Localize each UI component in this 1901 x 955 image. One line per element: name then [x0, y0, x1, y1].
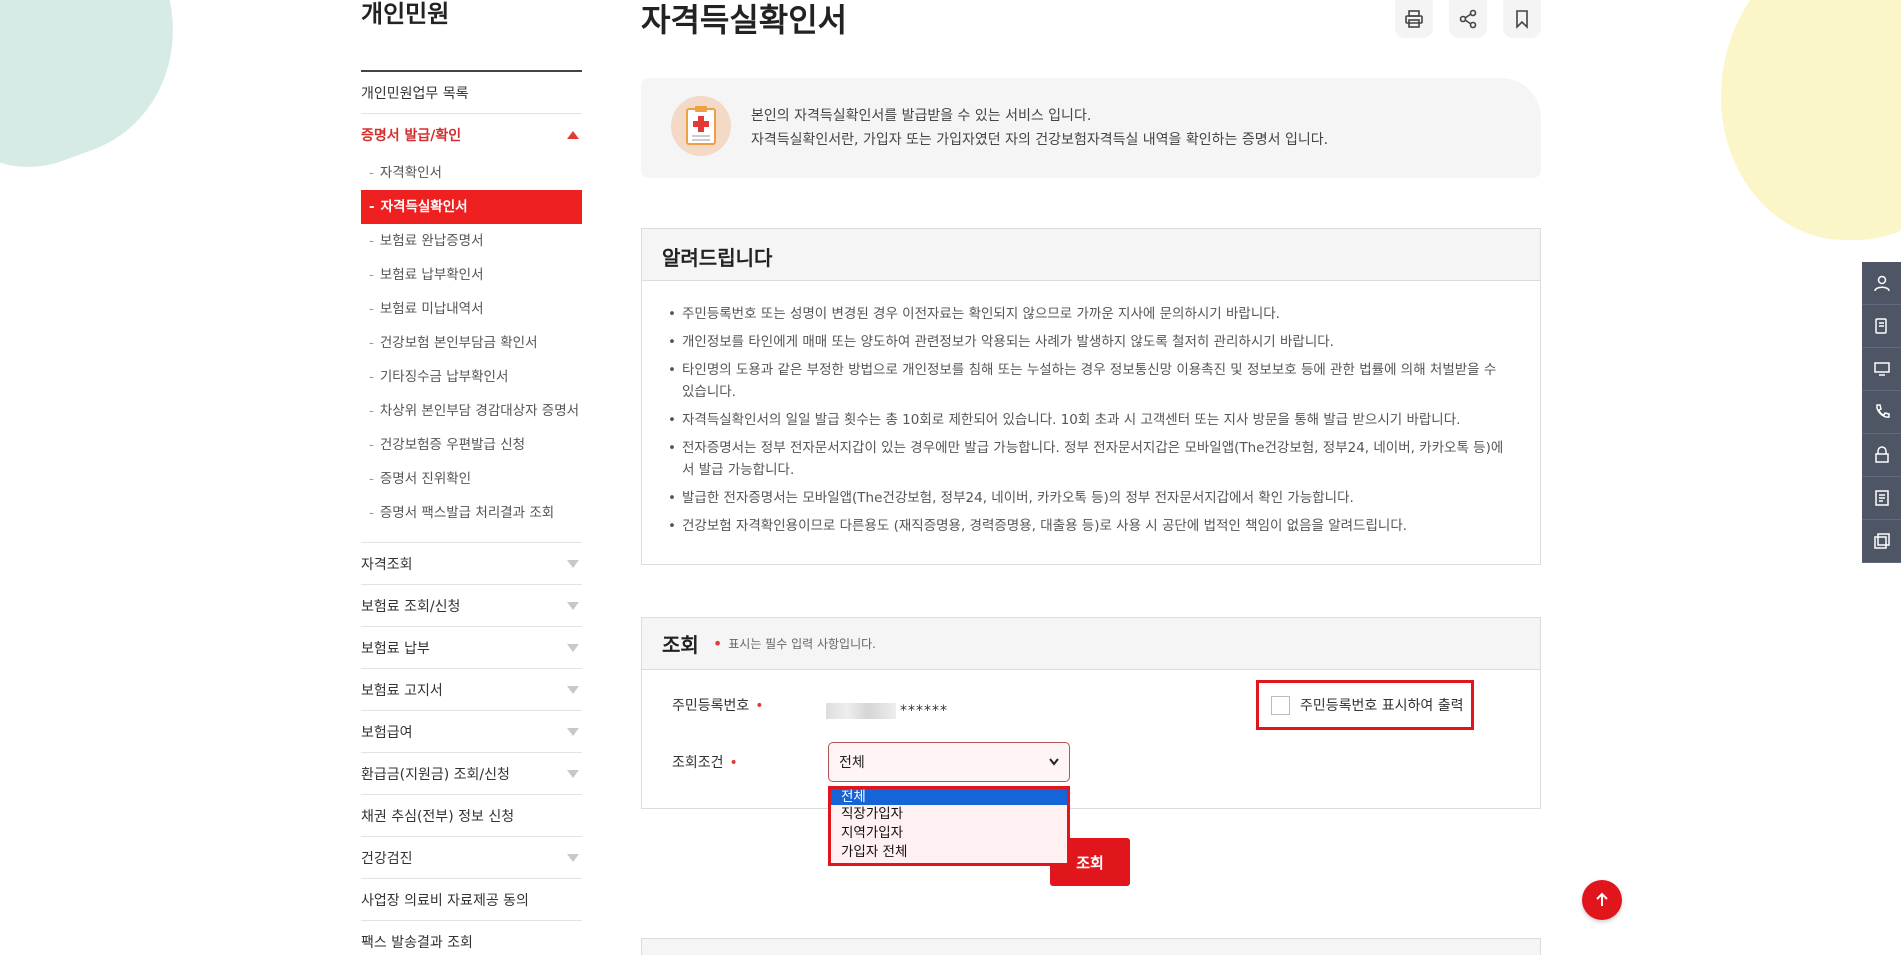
- dropdown-option[interactable]: 지역가입자: [831, 824, 1067, 843]
- notice-list: 주민등록번호 또는 성명이 변경된 경우 이전자료는 확인되지 않으므로 가까운…: [642, 281, 1540, 537]
- rrn-blurred: [826, 703, 896, 719]
- sub-item[interactable]: - 보험료 미납내역서: [361, 292, 582, 326]
- notice-item: 자격득실확인서의 일일 발급 횟수는 총 10회로 제한되어 있습니다. 10회…: [668, 409, 1510, 431]
- condition-selected: 전체: [839, 755, 865, 771]
- nav-item-certificates[interactable]: 증명서 발급/확인: [361, 114, 582, 156]
- expand-arrow-icon: [567, 727, 579, 736]
- nav-item-list[interactable]: 개인민원업무 목록: [361, 72, 582, 114]
- sub-item[interactable]: - 차상위 본인부담 경감대상자 증명서: [361, 394, 582, 428]
- print-button[interactable]: [1395, 0, 1433, 38]
- notice-item: 발급한 전자증명서는 모바일앱(The건강보험, 정부24, 네이버, 카카오톡…: [668, 487, 1510, 509]
- decorative-shape-right: [1721, 0, 1901, 240]
- expand-arrow-icon: [567, 685, 579, 694]
- bookmark-icon: [1516, 10, 1528, 29]
- condition-label: 조회조건 •: [672, 755, 738, 771]
- notice-box: 알려드립니다 주민등록번호 또는 성명이 변경된 경우 이전자료는 확인되지 않…: [641, 228, 1541, 565]
- intro-line: 본인의 자격득실확인서를 발급받을 수 있는 서비스 입니다.: [751, 108, 1092, 124]
- expand-arrow-icon: [567, 601, 579, 610]
- nav-title: 개인민원: [361, 0, 582, 72]
- side-nav: 개인민원 개인민원업무 목록 증명서 발급/확인 - 자격확인서 - 자격득실확인서…: [361, 0, 582, 955]
- condition-select[interactable]: 전체: [828, 742, 1070, 782]
- nav-item-section[interactable]: 건강검진: [361, 837, 582, 879]
- lock-icon: [1874, 446, 1889, 463]
- chevron-down-icon: [1049, 758, 1059, 766]
- next-section: [641, 938, 1541, 955]
- decorative-shape-left: [0, 0, 211, 197]
- required-dot-icon: •: [712, 634, 723, 653]
- scroll-top-button[interactable]: [1582, 880, 1622, 920]
- phone-icon: [1875, 404, 1890, 418]
- sub-menu: - 자격확인서 - 자격득실확인서 - 보험료 완납증명서 - 보험료 납부확인서 -보…: [361, 156, 582, 543]
- intro-text: 본인의 자격득실확인서를 발급받을 수 있는 서비스 입니다. 자격득실확인서란…: [751, 104, 1328, 152]
- notice-item: 건강보험 자격확인용이므로 다른용도 (재직증명용, 경력증명용, 대출용 등)…: [668, 515, 1510, 537]
- nav-item-section[interactable]: 보험료 고지서: [361, 669, 582, 711]
- nav-item-section[interactable]: 보험료 조회/신청: [361, 585, 582, 627]
- share-icon: [1459, 9, 1477, 29]
- nav-item-section[interactable]: 보험급여: [361, 711, 582, 753]
- sub-item[interactable]: - 보험료 완납증명서: [361, 224, 582, 258]
- query-form: 조회 • 표시는 필수 입력 사항입니다. 주민등록번호 • ****** 주민등…: [641, 617, 1541, 866]
- query-title: 조회: [662, 633, 699, 657]
- sub-item[interactable]: - 자격확인서: [361, 156, 582, 190]
- notice-title: 알려드립니다: [642, 229, 1540, 281]
- quick-copy-button[interactable]: [1862, 520, 1901, 563]
- nav-item-section[interactable]: 채권 추심(전부) 정보 신청: [361, 795, 582, 837]
- notice-item: 타인명의 도용과 같은 부정한 방법으로 개인정보를 침해 또는 누설하는 경우…: [668, 359, 1510, 403]
- nav-item-section[interactable]: 환급금(지원금) 조회/신청: [361, 753, 582, 795]
- sub-item[interactable]: - 건강보험증 우편발급 신청: [361, 428, 582, 462]
- monitor-icon: [1873, 362, 1890, 376]
- copy-icon: [1873, 533, 1890, 549]
- share-button[interactable]: [1449, 0, 1487, 38]
- required-note: 표시는 필수 입력 사항입니다.: [728, 637, 876, 651]
- nav-item-section[interactable]: 보험료 납부: [361, 627, 582, 669]
- user-icon: [1873, 275, 1890, 292]
- page-tools: [1395, 0, 1541, 38]
- intro-box: 본인의 자격득실확인서를 발급받을 수 있는 서비스 입니다. 자격득실확인서란…: [641, 78, 1541, 178]
- intro-line: 자격득실확인서란, 가입자 또는 가입자였던 자의 건강보험자격득실 내역을 확…: [751, 132, 1329, 148]
- bookmark-button[interactable]: [1503, 0, 1541, 38]
- query-header: 조회 • 표시는 필수 입력 사항입니다.: [642, 618, 1540, 670]
- sub-item[interactable]: - 보험료 납부확인서: [361, 258, 582, 292]
- sub-item[interactable]: - 건강보험 본인부담금 확인서: [361, 326, 582, 360]
- notice-item: 개인정보를 타인에게 매매 또는 양도하여 관련정보가 악용되는 사례가 발생하…: [668, 331, 1510, 353]
- quick-phone-doc-button[interactable]: [1862, 305, 1901, 348]
- sub-item[interactable]: - 증명서 진위확인: [361, 462, 582, 496]
- dropdown-option[interactable]: 직장가입자: [831, 805, 1067, 824]
- dropdown-option[interactable]: 전체: [831, 789, 1067, 805]
- quick-user-button[interactable]: [1862, 262, 1901, 305]
- quick-menu: [1862, 262, 1901, 563]
- document-icon: [671, 96, 731, 156]
- nav-item-label: 증명서 발급/확인: [361, 128, 462, 144]
- sub-item[interactable]: - 기타징수금 납부확인서: [361, 360, 582, 394]
- arrow-up-icon: [1596, 892, 1608, 906]
- nav-item-section[interactable]: 팩스 발송결과 조회: [361, 921, 582, 955]
- rrn-value: ******: [826, 703, 948, 719]
- show-rrn-checkbox[interactable]: [1271, 695, 1290, 715]
- expand-arrow-icon: [567, 559, 579, 568]
- quick-monitor-button[interactable]: [1862, 348, 1901, 391]
- quick-lock-button[interactable]: [1862, 434, 1901, 477]
- sub-item[interactable]: - 증명서 팩스발급 처리결과 조회: [361, 496, 582, 530]
- show-rrn-option[interactable]: 주민등록번호 표시하여 출력: [1256, 680, 1474, 730]
- page-title: 자격득실확인서: [641, 1, 848, 39]
- collapse-arrow-icon: [567, 131, 579, 139]
- expand-arrow-icon: [567, 853, 579, 862]
- condition-dropdown: 전체 직장가입자 지역가입자 가입자 전체: [828, 786, 1070, 866]
- nav-item-section[interactable]: 사업장 의료비 자료제공 동의: [361, 879, 582, 921]
- show-rrn-label: 주민등록번호 표시하여 출력: [1300, 698, 1464, 714]
- sub-item-active[interactable]: - 자격득실확인서: [361, 190, 582, 224]
- quick-phone-button[interactable]: [1862, 391, 1901, 434]
- notice-item: 전자증명서는 정부 전자문서지갑이 있는 경우에만 발급 가능합니다. 정부 전…: [668, 437, 1510, 481]
- print-icon: [1405, 10, 1423, 28]
- rrn-label: 주민등록번호 •: [672, 698, 764, 714]
- nav-item-label: 개인민원업무 목록: [361, 85, 469, 102]
- notice-item: 주민등록번호 또는 성명이 변경된 경우 이전자료는 확인되지 않으므로 가까운…: [668, 303, 1510, 325]
- phone-doc-icon: [1874, 318, 1887, 334]
- document-icon: [1874, 490, 1889, 506]
- quick-document-button[interactable]: [1862, 477, 1901, 520]
- nav-item-section[interactable]: 자격조회: [361, 543, 582, 585]
- expand-arrow-icon: [567, 769, 579, 778]
- dropdown-option[interactable]: 가입자 전체: [831, 843, 1067, 862]
- expand-arrow-icon: [567, 643, 579, 652]
